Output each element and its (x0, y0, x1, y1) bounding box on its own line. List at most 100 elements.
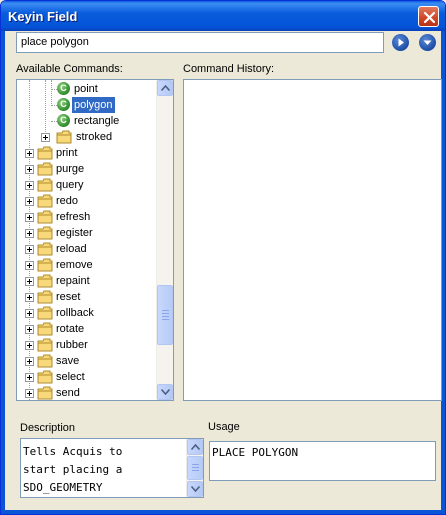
tree-item-folder[interactable]: print (17, 145, 157, 161)
folder-icon (37, 162, 53, 176)
folder-icon (37, 146, 53, 160)
tree-item-label: rollback (56, 307, 94, 319)
commands-scrollbar[interactable] (156, 80, 173, 400)
folder-icon (37, 178, 53, 192)
tree-item-label: send (56, 387, 80, 399)
tree-item-label: repaint (56, 275, 90, 287)
command-history-list[interactable] (183, 79, 442, 401)
scroll-up-button[interactable] (157, 80, 173, 96)
close-icon (423, 11, 436, 24)
expand-icon[interactable] (25, 245, 34, 254)
expand-icon[interactable] (25, 389, 34, 398)
tree-item-label: polygon (72, 97, 115, 113)
tree-item-folder[interactable]: purge (17, 161, 157, 177)
tree-item-folder[interactable]: reload (17, 241, 157, 257)
expand-icon[interactable] (25, 309, 34, 318)
close-button[interactable] (418, 6, 439, 27)
tree-item-stroked[interactable]: stroked (17, 129, 157, 145)
expand-icon[interactable] (25, 325, 34, 334)
scroll-down-button[interactable] (157, 384, 173, 400)
expand-icon[interactable] (25, 357, 34, 366)
tree-item-folder[interactable]: select (17, 369, 157, 385)
tree-item-folder[interactable]: save (17, 353, 157, 369)
expand-icon[interactable] (25, 261, 34, 270)
expand-icon[interactable] (25, 213, 34, 222)
tree-item-label: stroked (76, 131, 113, 143)
expand-icon[interactable] (25, 197, 34, 206)
play-icon (398, 38, 404, 47)
folder-icon (37, 242, 53, 256)
keyin-input[interactable]: place polygon (16, 32, 384, 53)
tree-item-label: redo (56, 195, 79, 207)
available-commands-label: Available Commands: (16, 63, 123, 75)
tree-item-label: save (56, 355, 80, 367)
arrow-up-icon (161, 85, 170, 91)
arrow-down-icon (161, 389, 170, 395)
tree-item-label: purge (56, 163, 85, 175)
folder-icon (37, 386, 53, 400)
tree-item-label: rotate (56, 323, 85, 335)
window-title: Keyin Field (8, 9, 78, 24)
arrow-down-icon (191, 486, 200, 492)
folder-icon (37, 306, 53, 320)
scroll-thumb[interactable] (187, 456, 203, 480)
command-icon: C (57, 82, 70, 95)
folder-icon (37, 274, 53, 288)
expand-icon[interactable] (25, 149, 34, 158)
tree-item-folder[interactable]: repaint (17, 273, 157, 289)
usage-label: Usage (208, 421, 240, 433)
expand-icon[interactable] (41, 133, 50, 142)
scroll-thumb[interactable] (157, 285, 173, 345)
tree-item-folder[interactable]: refresh (17, 209, 157, 225)
description-textarea[interactable]: Tells Acquis to start placing a SDO_GEOM… (20, 438, 204, 498)
window-frame-bottom (1, 510, 445, 514)
tree-item-label: reload (56, 243, 87, 255)
tree-item-label: print (56, 147, 78, 159)
expand-icon[interactable] (25, 277, 34, 286)
tree-item-rectangle[interactable]: C rectangle (17, 113, 157, 129)
expand-icon[interactable] (25, 293, 34, 302)
title-bar[interactable]: Keyin Field (1, 1, 445, 31)
tree-item-folder[interactable]: redo (17, 193, 157, 209)
folder-icon (37, 258, 53, 272)
tree-item-label: rubber (56, 339, 88, 351)
description-label: Description (20, 422, 76, 434)
expand-icon[interactable] (25, 181, 34, 190)
tree-item-folder[interactable]: query (17, 177, 157, 193)
expand-icon[interactable] (25, 165, 34, 174)
tree-item-label: register (56, 227, 93, 239)
tree-item-point[interactable]: C point (17, 81, 157, 97)
tree-item-folder[interactable]: remove (17, 257, 157, 273)
description-text: Tells Acquis to start placing a SDO_GEOM… (23, 445, 123, 494)
tree-item-polygon[interactable]: C polygon (17, 97, 157, 113)
command-history-label: Command History: (183, 63, 275, 75)
window-frame-left (1, 31, 5, 514)
folder-icon (37, 338, 53, 352)
execute-button[interactable] (392, 34, 409, 51)
tree-item-folder[interactable]: reset (17, 289, 157, 305)
folder-icon (56, 130, 72, 144)
tree-item-label: reset (56, 291, 81, 303)
tree-item-folder[interactable]: register (17, 225, 157, 241)
folder-icon (37, 370, 53, 384)
history-dropdown-button[interactable] (419, 34, 436, 51)
tree-item-label: query (56, 179, 84, 191)
tree-item-folder[interactable]: rubber (17, 337, 157, 353)
tree-item-folder[interactable]: rotate (17, 321, 157, 337)
expand-icon[interactable] (25, 341, 34, 350)
expand-icon[interactable] (25, 229, 34, 238)
tree-item-label: select (56, 371, 85, 383)
scroll-up-button[interactable] (187, 439, 203, 455)
description-scrollbar[interactable] (186, 439, 203, 497)
folder-icon (37, 290, 53, 304)
scroll-down-button[interactable] (187, 481, 203, 497)
arrow-up-icon (191, 444, 200, 450)
expand-icon[interactable] (25, 373, 34, 382)
tree-item-folder[interactable]: send (17, 385, 157, 400)
usage-text: PLACE POLYGON (212, 446, 299, 459)
folder-icon (37, 354, 53, 368)
usage-field[interactable]: PLACE POLYGON (209, 441, 436, 481)
available-commands-tree[interactable]: C point C polygon C rectangle stroked pr… (16, 79, 174, 401)
folder-icon (37, 194, 53, 208)
tree-item-folder[interactable]: rollback (17, 305, 157, 321)
